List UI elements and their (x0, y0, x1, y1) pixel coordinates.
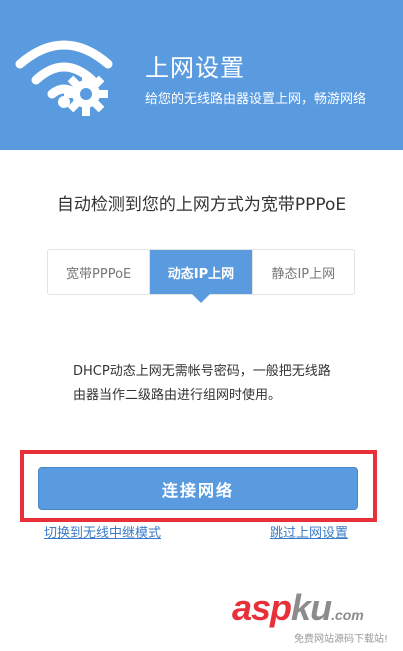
connection-type-tabs: 宽带PPPoE 动态IP上网 静态IP上网 (47, 249, 355, 303)
watermark-brand: aspku.com (232, 587, 364, 628)
detected-mode-text: 自动检测到您的上网方式为宽带PPPoE (56, 195, 347, 215)
tab-static-ip[interactable]: 静态IP上网 (251, 250, 354, 294)
skip-setup-link[interactable]: 跳过上网设置 (270, 522, 348, 541)
page-title: 上网设置 (145, 54, 245, 82)
watermark-logo: aspku.com 免费网站源码下载站! (232, 588, 392, 648)
tab-pppoe[interactable]: 宽带PPPoE (48, 250, 149, 294)
switch-repeater-link[interactable]: 切换到无线中继模式 (44, 522, 161, 541)
header-banner: 上网设置 给您的无线路由器设置上网，畅游网络 (0, 0, 403, 150)
page-subtitle: 给您的无线路由器设置上网，畅游网络 (145, 92, 367, 107)
wifi-gear-icon (15, 40, 113, 116)
mode-description: DHCP动态上网无需帐号密码，一般把无线路由器当作二级路由进行组网时使用。 (73, 364, 331, 403)
watermark-subtitle: 免费网站源码下载站! (294, 634, 389, 645)
connect-network-button[interactable]: 连接网络 (38, 467, 358, 510)
tab-dynamic-ip[interactable]: 动态IP上网 (149, 250, 252, 303)
